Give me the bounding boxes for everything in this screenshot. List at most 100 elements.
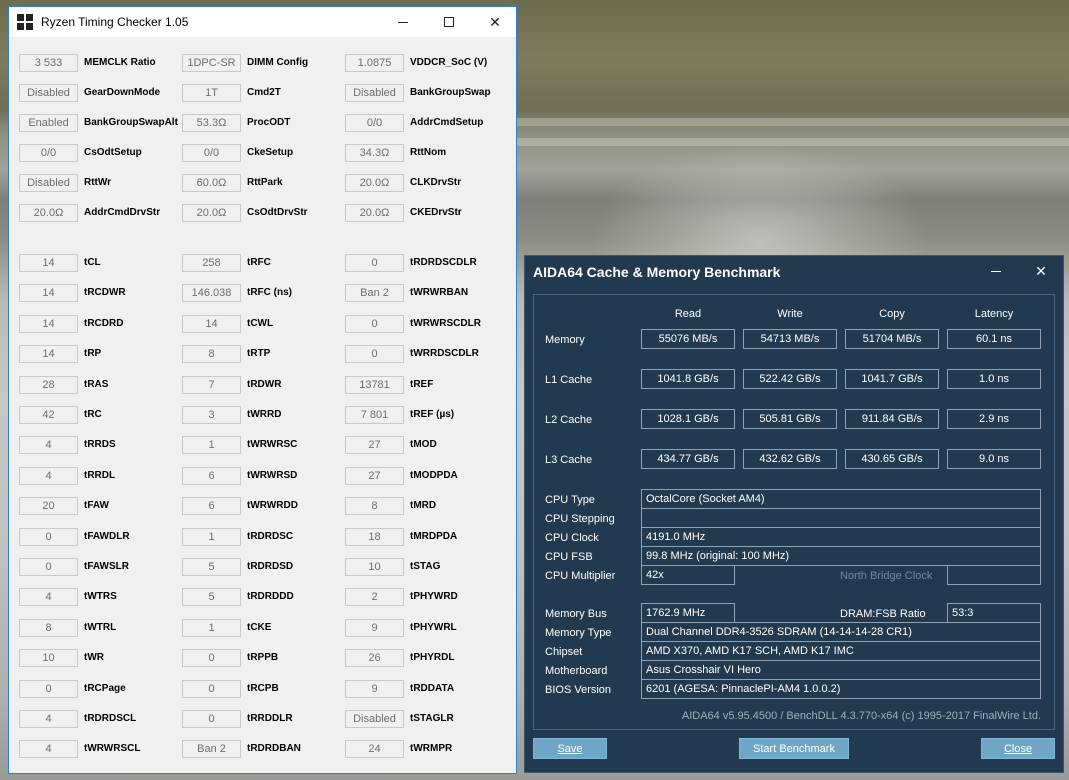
timing-value-field[interactable]: 18 <box>345 527 404 546</box>
timing-value-field[interactable]: 0/0 <box>19 144 78 162</box>
timing-value-field[interactable]: 4 <box>19 588 78 607</box>
timing-label: tWRWRBAN <box>410 287 469 299</box>
bench-value: 522.42 GB/s <box>743 369 837 389</box>
timing-value-field[interactable]: 24 <box>345 740 404 759</box>
timing-value-field[interactable]: 14 <box>182 314 241 333</box>
minimize-button[interactable] <box>380 7 426 37</box>
timing-value-field[interactable]: 14 <box>19 284 78 303</box>
timing-value-field[interactable]: 28 <box>19 375 78 394</box>
close-icon: ✕ <box>489 13 501 30</box>
timing-value-field[interactable]: 14 <box>19 254 78 272</box>
timing-value-field[interactable]: 5 <box>182 588 241 607</box>
aida-minimize-button[interactable] <box>983 260 1009 282</box>
timing-value-field[interactable]: 8 <box>345 497 404 516</box>
timing-value-field[interactable]: Disabled <box>345 84 404 102</box>
timing-value-field[interactable]: 3 <box>182 406 241 424</box>
timing-label: tRCDWR <box>84 287 126 299</box>
timing-value-field[interactable]: 4 <box>19 436 78 455</box>
timing-value-field[interactable]: 53.3Ω <box>182 114 241 132</box>
timing-label: AddrCmdDrvStr <box>84 207 161 218</box>
timing-value-field[interactable]: 20.0Ω <box>182 204 241 222</box>
timing-value-field[interactable]: 34.3Ω <box>345 144 404 162</box>
start-benchmark-button[interactable]: Start Benchmark <box>739 738 849 759</box>
bench-row-label: L2 Cache <box>545 414 593 426</box>
timing-value-field[interactable]: 20.0Ω <box>345 204 404 222</box>
column-header: Read <box>674 308 702 320</box>
timing-value-field[interactable]: 0 <box>182 679 241 698</box>
timing-value-field[interactable]: 1 <box>182 436 241 455</box>
aida-titlebar[interactable]: AIDA64 Cache & Memory Benchmark ✕ <box>525 256 1063 287</box>
timing-value-field[interactable]: 0/0 <box>182 144 241 162</box>
timing-value-field[interactable]: 1 <box>182 618 241 637</box>
timing-value-field[interactable]: Disabled <box>19 84 78 102</box>
timing-value-field[interactable]: 5 <box>182 558 241 576</box>
timing-value-field[interactable]: 9 <box>345 679 404 698</box>
timing-label: tRDRDSC <box>247 530 294 542</box>
timing-value-field[interactable]: 10 <box>19 649 78 668</box>
timing-value-field[interactable]: 4 <box>19 710 78 728</box>
timing-value-field[interactable]: Disabled <box>19 174 78 192</box>
timing-value-field[interactable]: Ban 2 <box>345 284 404 303</box>
timing-value-field[interactable]: 9 <box>345 618 404 637</box>
timing-label: Cmd2T <box>247 87 281 98</box>
timing-value-field[interactable]: Disabled <box>345 710 404 728</box>
timing-value-field[interactable]: 27 <box>345 466 404 485</box>
timing-value-field[interactable]: 10 <box>345 558 404 576</box>
timing-value-field[interactable]: 14 <box>19 314 78 333</box>
timing-value-field[interactable]: 7 801 <box>345 406 404 424</box>
timing-value-field[interactable]: 0 <box>182 649 241 668</box>
timing-value-field[interactable]: 0 <box>19 558 78 576</box>
timing-value-field[interactable]: 60.0Ω <box>182 174 241 192</box>
timing-value-field[interactable]: 0 <box>182 710 241 728</box>
save-button-label: Save <box>557 743 583 755</box>
close-dialog-button[interactable]: Close <box>981 738 1055 759</box>
timing-value-field[interactable]: 1T <box>182 84 241 102</box>
timing-value-field[interactable]: 3 533 <box>19 54 78 72</box>
timing-value-field[interactable]: 0 <box>345 345 404 364</box>
timing-value-field[interactable]: 20 <box>19 497 78 516</box>
timing-value-field[interactable]: 4 <box>19 466 78 485</box>
timing-value-field[interactable]: 2 <box>345 588 404 607</box>
north-bridge-clock-label: North Bridge Clock <box>840 570 933 582</box>
timing-value-field[interactable]: 6 <box>182 497 241 516</box>
timing-value-field[interactable]: Ban 2 <box>182 740 241 759</box>
timing-value-field[interactable]: 42 <box>19 406 78 424</box>
aida-close-button[interactable]: ✕ <box>1028 260 1054 282</box>
timing-value-field[interactable]: Enabled <box>19 114 78 132</box>
timing-label: tRFC (ns) <box>247 287 292 299</box>
timing-value-field[interactable]: 1.0875 <box>345 54 404 72</box>
timing-value-field[interactable]: 0 <box>19 679 78 698</box>
timing-value-field[interactable]: 6 <box>182 466 241 485</box>
timing-value-field[interactable]: 1 <box>182 527 241 546</box>
timing-label: tRPPB <box>247 652 279 664</box>
timing-value-field[interactable]: 13781 <box>345 375 404 394</box>
save-button[interactable]: Save <box>533 738 607 759</box>
maximize-button[interactable] <box>426 7 472 37</box>
timing-value-field[interactable]: 20.0Ω <box>345 174 404 192</box>
timing-value-field[interactable]: 258 <box>182 254 241 272</box>
bench-value: 911.84 GB/s <box>845 409 939 429</box>
timing-label: tRRDDLR <box>247 713 293 724</box>
timing-label: tMRDPDA <box>410 530 458 542</box>
timing-label: tSTAG <box>410 561 441 572</box>
rtc-titlebar[interactable]: Ryzen Timing Checker 1.05 ✕ <box>9 7 516 37</box>
timing-value-field[interactable]: 146.038 <box>182 284 241 303</box>
timing-label: tCWL <box>247 317 274 329</box>
start-benchmark-label: Start Benchmark <box>753 743 835 755</box>
timing-value-field[interactable]: 0 <box>345 254 404 272</box>
timing-label: tWTRL <box>84 621 117 633</box>
timing-value-field[interactable]: 26 <box>345 649 404 668</box>
timing-value-field[interactable]: 1DPC-SR <box>182 54 241 72</box>
timing-value-field[interactable]: 0/0 <box>345 114 404 132</box>
timing-value-field[interactable]: 8 <box>19 618 78 637</box>
timing-value-field[interactable]: 0 <box>345 314 404 333</box>
timing-value-field[interactable]: 7 <box>182 375 241 394</box>
timing-value-field[interactable]: 0 <box>19 527 78 546</box>
timing-value-field[interactable]: 27 <box>345 436 404 455</box>
timing-value-field[interactable]: 20.0Ω <box>19 204 78 222</box>
timing-value-field[interactable]: 4 <box>19 740 78 759</box>
close-button[interactable]: ✕ <box>472 7 518 37</box>
background-stripe <box>516 138 1069 146</box>
timing-value-field[interactable]: 8 <box>182 345 241 364</box>
timing-value-field[interactable]: 14 <box>19 345 78 364</box>
